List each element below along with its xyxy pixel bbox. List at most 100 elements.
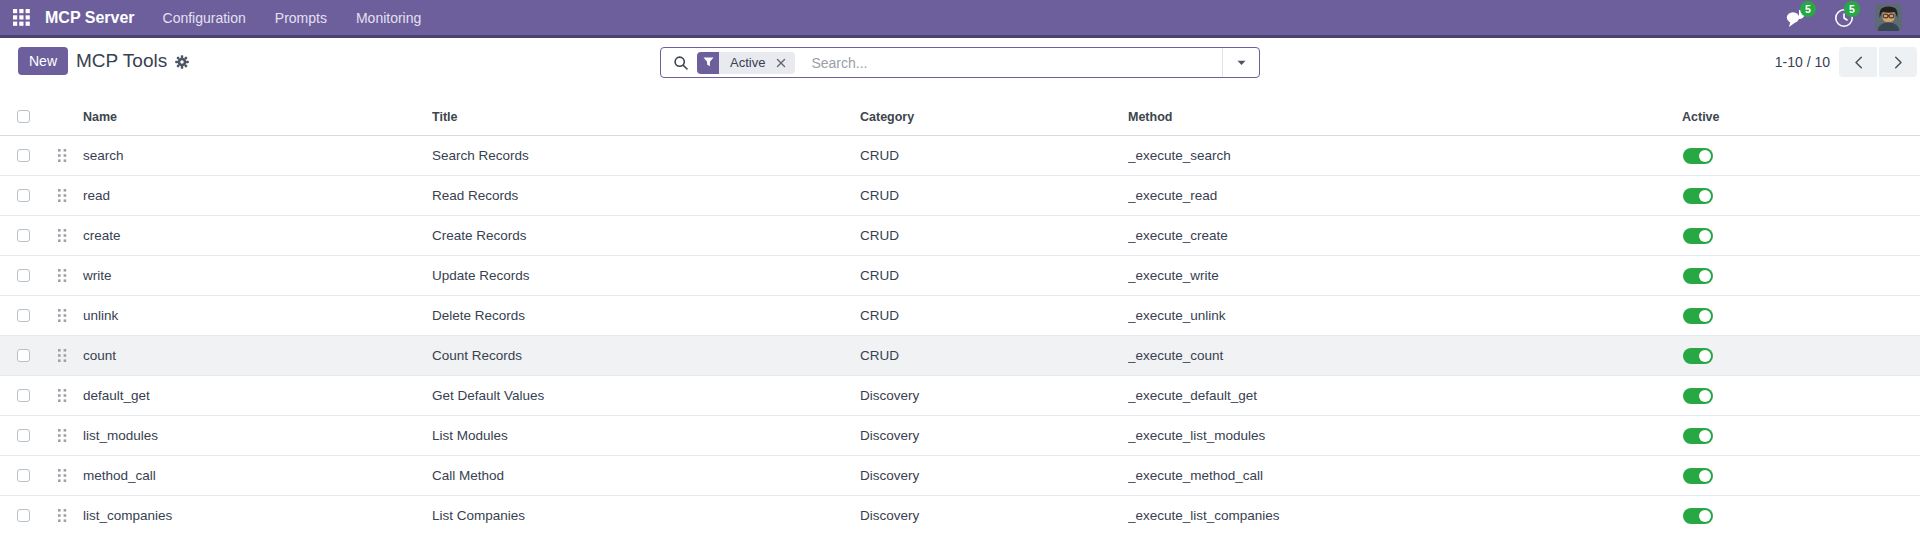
- search-dropdown-toggle[interactable]: [1222, 48, 1259, 77]
- column-header-active[interactable]: Active: [1682, 110, 1920, 124]
- search-icon: [673, 55, 689, 71]
- table-row[interactable]: read Read Records CRUD _execute_read: [0, 176, 1920, 216]
- row-checkbox[interactable]: [17, 389, 30, 402]
- cell-title: Call Method: [432, 468, 860, 483]
- cell-title: Count Records: [432, 348, 860, 363]
- cell-category: Discovery: [860, 388, 1128, 403]
- drag-handle-icon[interactable]: [46, 229, 78, 242]
- table-row[interactable]: count Count Records CRUD _execute_count: [0, 336, 1920, 376]
- row-checkbox[interactable]: [17, 469, 30, 482]
- search-bar[interactable]: Active Search...: [660, 47, 1260, 78]
- filter-chip-label: Active: [730, 55, 765, 70]
- pager-range: 1-10 / 10: [1775, 54, 1830, 70]
- table-row[interactable]: unlink Delete Records CRUD _execute_unli…: [0, 296, 1920, 336]
- cell-name: unlink: [78, 308, 432, 323]
- menu-configuration[interactable]: Configuration: [163, 10, 246, 26]
- row-checkbox[interactable]: [17, 509, 30, 522]
- table-row[interactable]: default_get Get Default Values Discovery…: [0, 376, 1920, 416]
- table-row[interactable]: method_call Call Method Discovery _execu…: [0, 456, 1920, 496]
- list-view: Name Title Category Method Active search…: [0, 98, 1920, 535]
- drag-handle-icon[interactable]: [46, 509, 78, 522]
- column-header-title[interactable]: Title: [432, 110, 860, 124]
- cell-name: write: [78, 268, 432, 283]
- cell-method: _execute_create: [1128, 228, 1682, 243]
- cell-category: Discovery: [860, 428, 1128, 443]
- column-header-category[interactable]: Category: [860, 110, 1128, 124]
- table-row[interactable]: list_companies List Companies Discovery …: [0, 496, 1920, 535]
- active-toggle[interactable]: [1683, 308, 1713, 324]
- drag-handle-icon[interactable]: [46, 389, 78, 402]
- cell-name: search: [78, 148, 432, 163]
- new-button[interactable]: New: [18, 47, 68, 75]
- menu-prompts[interactable]: Prompts: [275, 10, 327, 26]
- row-checkbox[interactable]: [17, 229, 30, 242]
- cell-category: CRUD: [860, 188, 1128, 203]
- cell-title: Search Records: [432, 148, 860, 163]
- cell-name: create: [78, 228, 432, 243]
- cell-category: Discovery: [860, 508, 1128, 523]
- active-toggle[interactable]: [1683, 188, 1713, 204]
- cell-title: List Modules: [432, 428, 860, 443]
- row-checkbox[interactable]: [17, 149, 30, 162]
- filter-chip-active[interactable]: Active: [697, 52, 795, 74]
- row-checkbox[interactable]: [17, 269, 30, 282]
- filter-chip-close-icon[interactable]: [776, 58, 786, 68]
- cell-method: _execute_list_modules: [1128, 428, 1682, 443]
- column-header-method[interactable]: Method: [1128, 110, 1682, 124]
- cell-category: CRUD: [860, 268, 1128, 283]
- activities-icon[interactable]: 5: [1834, 8, 1854, 28]
- cell-method: _execute_list_companies: [1128, 508, 1682, 523]
- table-row[interactable]: list_modules List Modules Discovery _exe…: [0, 416, 1920, 456]
- search-input[interactable]: Search...: [811, 55, 1222, 71]
- active-toggle[interactable]: [1683, 388, 1713, 404]
- active-toggle[interactable]: [1683, 468, 1713, 484]
- cell-method: _execute_default_get: [1128, 388, 1682, 403]
- cell-title: Get Default Values: [432, 388, 860, 403]
- row-checkbox[interactable]: [17, 309, 30, 322]
- cell-category: Discovery: [860, 468, 1128, 483]
- drag-handle-icon[interactable]: [46, 269, 78, 282]
- row-checkbox[interactable]: [17, 189, 30, 202]
- table-body: search Search Records CRUD _execute_sear…: [0, 136, 1920, 535]
- active-toggle[interactable]: [1683, 148, 1713, 164]
- menu-monitoring[interactable]: Monitoring: [356, 10, 421, 26]
- table-header-row: Name Title Category Method Active: [0, 98, 1920, 136]
- pager-previous-button[interactable]: [1839, 47, 1877, 77]
- drag-handle-icon[interactable]: [46, 429, 78, 442]
- user-avatar[interactable]: [1875, 4, 1902, 31]
- page-title: MCP Tools: [76, 47, 167, 75]
- gear-icon[interactable]: [175, 55, 189, 69]
- active-toggle[interactable]: [1683, 428, 1713, 444]
- table-row[interactable]: create Create Records CRUD _execute_crea…: [0, 216, 1920, 256]
- cell-method: _execute_count: [1128, 348, 1682, 363]
- select-all-checkbox[interactable]: [17, 110, 30, 123]
- drag-handle-icon[interactable]: [46, 469, 78, 482]
- messages-icon[interactable]: 5: [1786, 8, 1805, 28]
- pager-next-button[interactable]: [1879, 47, 1917, 77]
- activities-badge: 5: [1844, 1, 1860, 17]
- table-row[interactable]: search Search Records CRUD _execute_sear…: [0, 136, 1920, 176]
- row-checkbox[interactable]: [17, 429, 30, 442]
- active-toggle[interactable]: [1683, 348, 1713, 364]
- drag-handle-icon[interactable]: [46, 349, 78, 362]
- table-row[interactable]: write Update Records CRUD _execute_write: [0, 256, 1920, 296]
- cell-method: _execute_search: [1128, 148, 1682, 163]
- cell-category: CRUD: [860, 148, 1128, 163]
- cell-name: list_companies: [78, 508, 432, 523]
- drag-handle-icon[interactable]: [46, 149, 78, 162]
- cell-name: method_call: [78, 468, 432, 483]
- active-toggle[interactable]: [1683, 508, 1713, 524]
- row-checkbox[interactable]: [17, 349, 30, 362]
- apps-grid-icon[interactable]: [13, 9, 30, 26]
- active-toggle[interactable]: [1683, 228, 1713, 244]
- control-panel: New MCP Tools: [0, 38, 1920, 98]
- cell-title: Delete Records: [432, 308, 860, 323]
- cell-title: Create Records: [432, 228, 860, 243]
- drag-handle-icon[interactable]: [46, 309, 78, 322]
- column-header-name[interactable]: Name: [78, 110, 432, 124]
- cell-title: List Companies: [432, 508, 860, 523]
- drag-handle-icon[interactable]: [46, 189, 78, 202]
- active-toggle[interactable]: [1683, 268, 1713, 284]
- messages-badge: 5: [1800, 1, 1816, 17]
- app-brand[interactable]: MCP Server: [45, 9, 135, 27]
